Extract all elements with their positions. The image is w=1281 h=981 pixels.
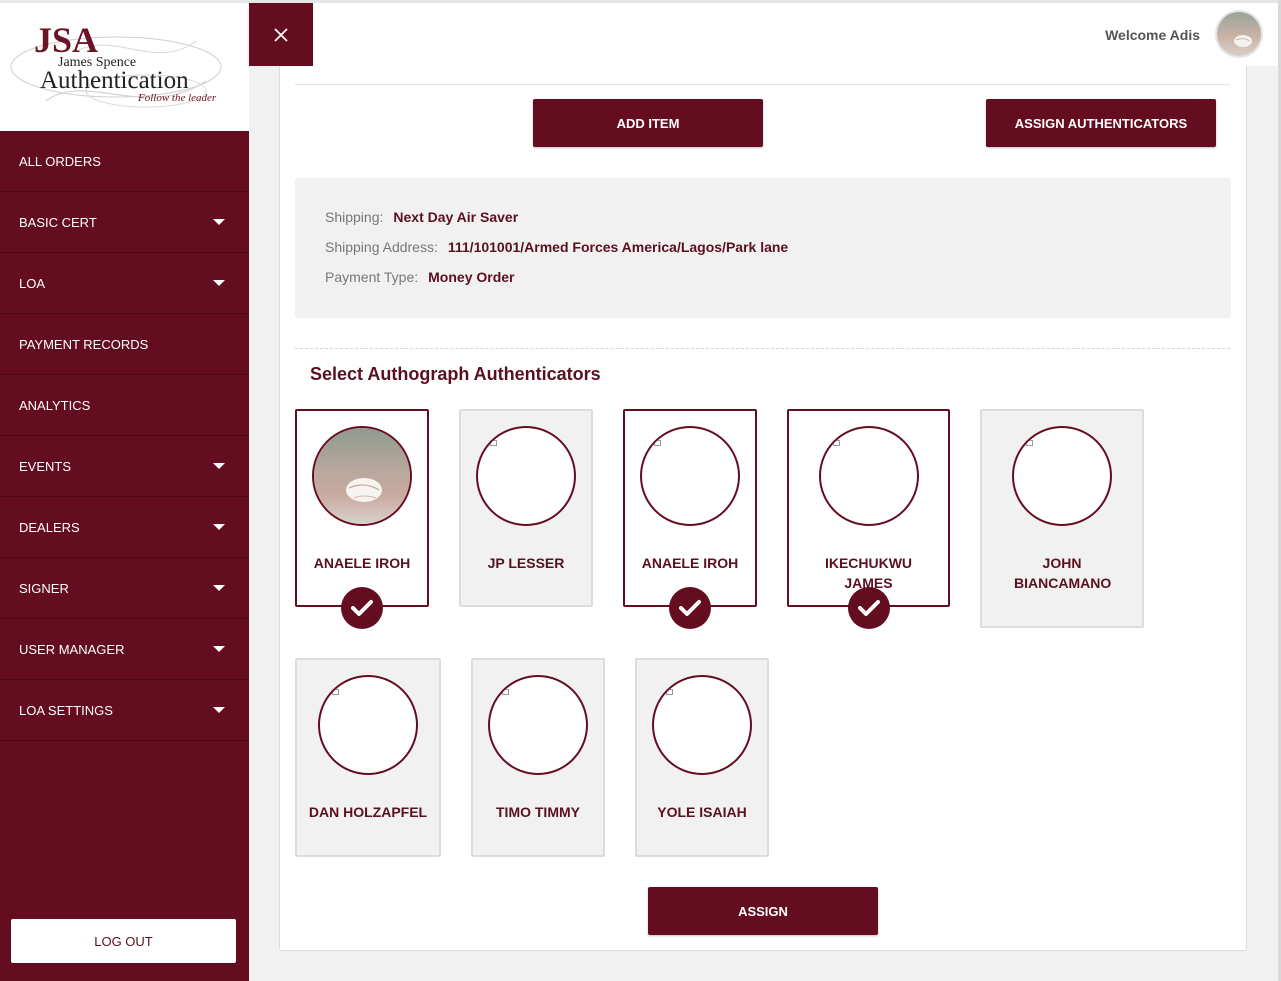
close-sidebar-button[interactable] bbox=[249, 3, 313, 66]
check-icon bbox=[847, 587, 890, 629]
broken-image-icon bbox=[832, 440, 840, 446]
user-avatar[interactable] bbox=[1215, 10, 1263, 58]
add-item-button[interactable]: ADD ITEM bbox=[533, 99, 763, 147]
broken-image-icon bbox=[332, 689, 339, 695]
jsa-logo-icon: JSA James Spence Authentication Follow t… bbox=[10, 20, 222, 108]
address-label: Shipping Address: bbox=[325, 239, 438, 255]
sidebar-item-label: PAYMENT RECORDS bbox=[19, 336, 149, 352]
order-info-box: Shipping: Next Day Air Saver Shipping Add… bbox=[295, 178, 1231, 318]
authenticator-avatar bbox=[652, 675, 752, 775]
authenticator-avatar bbox=[312, 426, 412, 526]
sidebar: JSA James Spence Authentication Follow t… bbox=[0, 3, 249, 981]
sidebar-item-loa-settings[interactable]: LOA SETTINGS bbox=[0, 680, 249, 741]
authenticator-avatar bbox=[318, 675, 418, 775]
baseball-photo-icon bbox=[314, 428, 410, 524]
payment-value: Money Order bbox=[428, 269, 515, 285]
broken-image-icon bbox=[654, 440, 661, 446]
broken-image-icon bbox=[666, 689, 673, 695]
sidebar-item-label: DEALERS bbox=[19, 519, 80, 535]
broken-image-icon bbox=[490, 440, 497, 446]
sidebar-item-dealers[interactable]: DEALERS bbox=[0, 497, 249, 558]
sidebar-item-signer[interactable]: SIGNER bbox=[0, 558, 249, 619]
sidebar-item-events[interactable]: EVENTS bbox=[0, 436, 249, 497]
authenticator-card[interactable]: JOHN BIANCAMANO bbox=[980, 409, 1144, 628]
shipping-label: Shipping: bbox=[325, 209, 384, 225]
welcome-text: Welcome Adis bbox=[1105, 27, 1200, 43]
assign-button[interactable]: ASSIGN bbox=[648, 887, 878, 935]
payment-row: Payment Type: Money Order bbox=[325, 269, 515, 285]
sidebar-item-label: USER MANAGER bbox=[19, 641, 125, 657]
payment-label: Payment Type: bbox=[325, 269, 419, 285]
authenticator-card[interactable]: JP LESSER bbox=[459, 409, 593, 607]
authenticator-avatar bbox=[1012, 426, 1112, 526]
sidebar-item-label: EVENTS bbox=[19, 458, 72, 474]
sidebar-item-analytics[interactable]: ANALYTICS bbox=[0, 375, 249, 436]
authenticator-avatar bbox=[488, 675, 588, 775]
caret-down-icon bbox=[213, 280, 225, 286]
caret-down-icon bbox=[213, 646, 225, 652]
authenticator-name: JP LESSER bbox=[487, 555, 565, 571]
caret-down-icon bbox=[213, 585, 225, 591]
authenticator-avatar bbox=[818, 426, 919, 526]
caret-down-icon bbox=[213, 524, 225, 530]
sidebar-item-label: LOA bbox=[19, 275, 46, 291]
authenticator-card[interactable]: DAN HOLZAPFEL bbox=[295, 658, 441, 857]
check-icon bbox=[341, 587, 383, 629]
sidebar-item-all-orders[interactable]: ALL ORDERS bbox=[0, 131, 249, 192]
top-header: Welcome Adis bbox=[249, 3, 1278, 66]
close-icon bbox=[274, 27, 288, 42]
brand-logo[interactable]: JSA James Spence Authentication Follow t… bbox=[0, 3, 249, 131]
logo-line2: Authentication bbox=[40, 67, 189, 94]
authenticator-name: JOHN BIANCAMANO bbox=[1014, 555, 1112, 591]
address-row: Shipping Address: 111/101001/Armed Forces… bbox=[325, 239, 788, 255]
authenticator-name: ANAELE IROH bbox=[313, 555, 411, 571]
caret-down-icon bbox=[213, 707, 225, 713]
address-value: 111/101001/Armed Forces America/Lagos/Pa… bbox=[447, 239, 789, 255]
sidebar-item-label: ALL ORDERS bbox=[19, 153, 101, 169]
authenticator-avatar bbox=[640, 426, 740, 526]
assign-authenticators-button[interactable]: ASSIGN AUTHENTICATORS bbox=[986, 99, 1216, 147]
authenticator-card[interactable]: ANAELE IROH bbox=[295, 409, 429, 629]
sidebar-item-user-manager[interactable]: USER MANAGER bbox=[0, 619, 249, 680]
sidebar-item-label: LOA SETTINGS bbox=[19, 702, 113, 718]
broken-image-icon bbox=[1026, 440, 1033, 446]
shipping-row: Shipping: Next Day Air Saver bbox=[325, 209, 518, 225]
logout-button[interactable]: LOG OUT bbox=[11, 919, 236, 963]
authenticator-name: ANAELE IROH bbox=[641, 555, 739, 571]
sidebar-item-loa[interactable]: LOA bbox=[0, 253, 249, 314]
broken-image-icon bbox=[502, 689, 509, 695]
authenticator-card[interactable]: TIMO TIMMY bbox=[471, 658, 605, 857]
authenticator-name: DAN HOLZAPFEL bbox=[308, 804, 428, 820]
sidebar-item-label: BASIC CERT bbox=[19, 214, 97, 230]
shipping-value: Next Day Air Saver bbox=[393, 209, 519, 225]
baseball-photo-icon bbox=[1217, 12, 1261, 56]
caret-down-icon bbox=[213, 463, 225, 469]
logo-tagline: Follow the leader bbox=[137, 92, 217, 104]
logo-mark: JSA bbox=[34, 20, 98, 60]
authenticator-card[interactable]: ANAELE IROH bbox=[623, 409, 757, 629]
divider bbox=[295, 348, 1230, 349]
sidebar-item-payment-records[interactable]: PAYMENT RECORDS bbox=[0, 314, 249, 375]
sidebar-item-label: SIGNER bbox=[19, 580, 69, 596]
sidebar-item-basic-cert[interactable]: BASIC CERT bbox=[0, 192, 249, 253]
authenticator-card[interactable]: IKECHUKWU JAMES bbox=[787, 409, 950, 629]
caret-down-icon bbox=[213, 219, 225, 225]
authenticator-card[interactable]: YOLE ISAIAH bbox=[635, 658, 769, 857]
sidebar-item-label: ANALYTICS bbox=[19, 397, 91, 413]
authenticator-name: YOLE ISAIAH bbox=[657, 804, 747, 820]
section-title: Select Authograph Authenticators bbox=[310, 364, 601, 384]
sidebar-nav: ALL ORDERS BASIC CERT LOA PAYMENT RECORDS AN… bbox=[0, 131, 249, 741]
authenticator-avatar bbox=[476, 426, 576, 526]
check-icon bbox=[669, 587, 711, 629]
authenticator-name: TIMO TIMMY bbox=[496, 804, 580, 820]
